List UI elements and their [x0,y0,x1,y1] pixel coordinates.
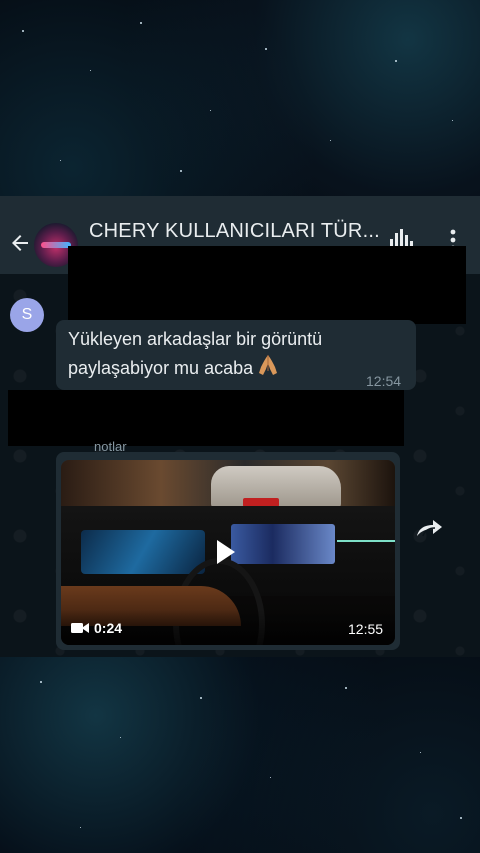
wallpaper-top [0,0,480,196]
message-time: 12:54 [366,373,402,389]
group-title[interactable]: CHERY KULLANICILARI TÜR... [89,220,380,243]
play-icon[interactable] [205,534,241,570]
message-text: Yükleyen arkadaşlar bir görüntü paylaşab… [68,325,368,382]
video-ambient-light [337,540,395,542]
wallpaper-bottom [0,657,480,853]
video-message-time: 12:55 [348,621,384,637]
video-instrument-screen [81,530,205,574]
sender-name-partial: notlar [94,439,127,454]
sender-avatar[interactable]: S [10,298,44,332]
redacted-block-2 [8,390,404,446]
folded-hands-emoji-icon [259,355,278,375]
group-avatar-image [41,242,71,248]
forward-icon[interactable] [415,516,445,540]
video-duration: 0:24 [94,620,123,636]
message-text-line-2: paylaşabiyor mu acaba [68,358,254,378]
chat-window: CHERY KULLANICILARI TÜR... S Yükleyen ar… [0,196,480,657]
video-camera-icon [71,623,89,633]
video-thumbnail[interactable]: 0:24 12:55 [61,460,395,645]
redacted-block-1 [68,246,466,324]
message-text-line-1: Yükleyen arkadaşlar bir görüntü [68,329,323,349]
video-infotainment-screen [231,524,335,564]
back-arrow-icon[interactable] [8,231,32,255]
